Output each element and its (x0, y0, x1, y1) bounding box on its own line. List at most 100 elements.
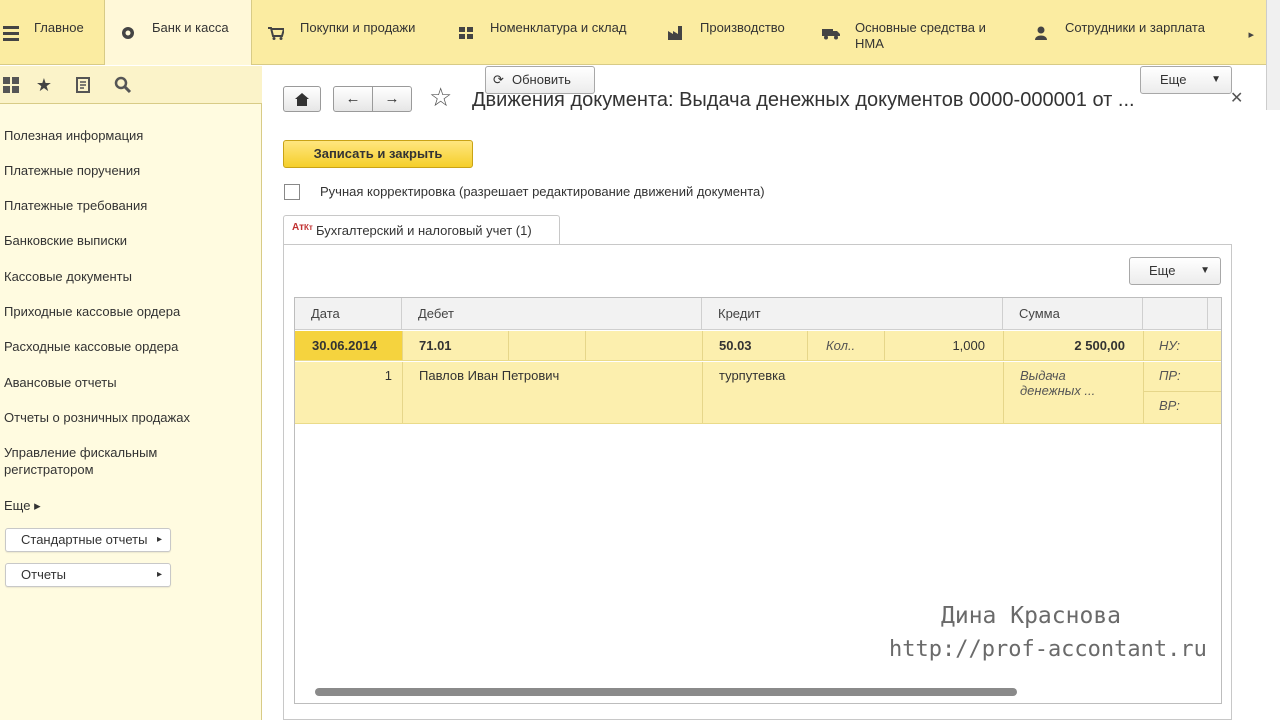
section-label: Банк и касса (152, 20, 229, 35)
section-main[interactable]: Главное (22, 0, 104, 65)
sidebar-item-useful-info[interactable]: Полезная информация (4, 127, 143, 144)
column-header-credit[interactable]: Кредит (702, 298, 1003, 330)
section-label: Главное (34, 20, 84, 35)
sidebar-toolbar: ★ (0, 66, 262, 104)
cell-sum[interactable]: 2 500,00 (1035, 338, 1125, 353)
watermark-name: Дина Краснова (941, 603, 1122, 629)
cell-divider (1143, 331, 1144, 360)
cart-icon (268, 26, 286, 40)
sidebar-item-cash-documents[interactable]: Кассовые документы (4, 268, 132, 285)
column-header-extra (1143, 298, 1208, 330)
factory-icon (668, 26, 682, 40)
grid-more-button[interactable]: Еще ▼ (1129, 257, 1221, 285)
cell-debit[interactable]: 71.01 (419, 338, 452, 353)
sidebar-item-bank-statements[interactable]: Банковские выписки (4, 232, 127, 249)
tab-label: Бухгалтерский и налоговый учет (1) (316, 223, 532, 238)
cell-vr-label: ВР: (1159, 398, 1180, 413)
section-production[interactable]: Производство (652, 0, 810, 65)
refresh-button[interactable]: ⟳ Обновить (485, 66, 595, 94)
cell-quantity[interactable]: 1,000 (935, 338, 985, 353)
manual-edit-checkbox[interactable] (284, 184, 300, 200)
standard-reports-button[interactable]: Стандартные отчеты ▸ (5, 528, 171, 552)
cell-date[interactable]: 30.06.2014 (312, 338, 377, 353)
sidebar-item-cash-receipts[interactable]: Приходные кассовые ордера (4, 303, 180, 320)
sections-scroll-right-icon[interactable]: ▸ (1248, 28, 1254, 41)
sidebar-item-retail-reports[interactable]: Отчеты о розничных продажах (4, 409, 190, 426)
cell-credit-subconto[interactable]: турпутевка (719, 368, 785, 383)
cell-divider (1144, 391, 1221, 392)
history-icon[interactable] (73, 74, 95, 96)
search-icon[interactable] (112, 74, 134, 96)
cell-divider (702, 362, 703, 423)
grid-icon[interactable] (0, 74, 22, 96)
forward-button[interactable]: → (372, 86, 412, 112)
manual-edit-label: Ручная корректировка (разрешает редактир… (320, 184, 765, 199)
truck-icon (822, 26, 840, 40)
sidebar-item-payment-orders[interactable]: Платежные поручения (4, 162, 140, 179)
menu-icon[interactable] (0, 0, 22, 65)
button-label: Отчеты (21, 567, 66, 582)
tab-accounting[interactable]: АтКт Бухгалтерский и налоговый учет (1) (283, 215, 560, 245)
column-header-sum[interactable]: Сумма (1003, 298, 1143, 330)
sidebar-more[interactable]: Еще ▸ (4, 497, 41, 514)
dropdown-arrow-icon: ▼ (1200, 265, 1210, 276)
sidebar-item-advance-reports[interactable]: Авансовые отчеты (4, 374, 117, 391)
cell-divider (1003, 362, 1004, 423)
cell-content[interactable]: Выдача денежных ... (1020, 368, 1095, 398)
button-label: Еще (1149, 263, 1176, 278)
section-sales[interactable]: Покупки и продажи (252, 0, 442, 65)
person-icon (1034, 26, 1048, 40)
more-button[interactable]: Еще ▼ (1140, 66, 1232, 94)
section-staff[interactable]: Сотрудники и зарплата (1020, 0, 1240, 65)
horizontal-scrollbar[interactable] (315, 688, 1017, 696)
section-label: Основные средства и НМА (855, 20, 986, 51)
cell-credit[interactable]: 50.03 (719, 338, 752, 353)
cell-divider (585, 331, 586, 360)
cell-credit-quantity-label: Кол.. (826, 338, 856, 353)
chevron-right-icon: ▸ (156, 534, 162, 545)
section-assets[interactable]: Основные средства и НМА (810, 0, 1020, 65)
button-label: Стандартные отчеты (21, 532, 148, 547)
refresh-icon: ⟳ (493, 72, 504, 87)
cell-divider (402, 331, 403, 360)
window-scrollbar[interactable] (1266, 0, 1280, 110)
column-header-debit[interactable]: Дебет (402, 298, 702, 330)
table-header: Дата Дебет Кредит Сумма (295, 298, 1221, 330)
section-bank[interactable]: Банк и касса (104, 0, 252, 65)
button-label: Обновить (512, 72, 571, 87)
sidebar-item-fiscal-registrator[interactable]: Управление фискальным регистратором (4, 444, 157, 478)
chevron-right-icon: ▸ (156, 569, 162, 580)
table-row-details[interactable]: 1 Павлов Иван Петрович турпутевка Выдача… (295, 362, 1221, 424)
sidebar-item-payment-requests[interactable]: Платежные требования (4, 197, 147, 214)
arrow-right-icon: → (384, 90, 400, 107)
back-button[interactable]: ← (333, 86, 373, 112)
accounting-register-icon: АтКт (292, 222, 313, 233)
cell-divider (402, 362, 403, 423)
table-row[interactable]: 30.06.2014 71.01 50.03 Кол.. 1,000 2 500… (295, 331, 1221, 361)
favorites-star-icon[interactable]: ★ (33, 74, 55, 96)
coin-icon (121, 26, 135, 40)
save-and-close-button[interactable]: Записать и закрыть (283, 140, 473, 168)
home-icon (295, 93, 309, 110)
section-label: Покупки и продажи (300, 20, 416, 35)
cell-divider (1143, 362, 1144, 423)
sidebar-item-cash-outflows[interactable]: Расходные кассовые ордера (4, 338, 178, 355)
cell-divider (1003, 331, 1004, 360)
cell-number: 1 (384, 368, 392, 383)
section-stock[interactable]: Номенклатура и склад (442, 0, 652, 65)
reports-button[interactable]: Отчеты ▸ (5, 563, 171, 587)
cell-debit-subconto[interactable]: Павлов Иван Петрович (419, 368, 559, 383)
cell-nu-label: НУ: (1159, 338, 1181, 353)
favorite-star-icon[interactable]: ☆ (429, 82, 459, 112)
arrow-left-icon: ← (345, 90, 361, 107)
warehouse-icon (458, 26, 473, 40)
sections-bar: Главное Банк и касса Покупки и продажи Н… (0, 0, 1280, 65)
home-button[interactable] (283, 86, 321, 112)
sidebar: ★ Полезная информация Платежные поручени… (0, 66, 262, 720)
section-label: Производство (700, 20, 785, 35)
cell-divider (702, 331, 703, 360)
column-header-date[interactable]: Дата (295, 298, 402, 330)
close-icon[interactable]: ✕ (1230, 88, 1243, 108)
section-label: Сотрудники и зарплата (1065, 20, 1205, 35)
dropdown-arrow-icon: ▼ (1211, 74, 1221, 85)
